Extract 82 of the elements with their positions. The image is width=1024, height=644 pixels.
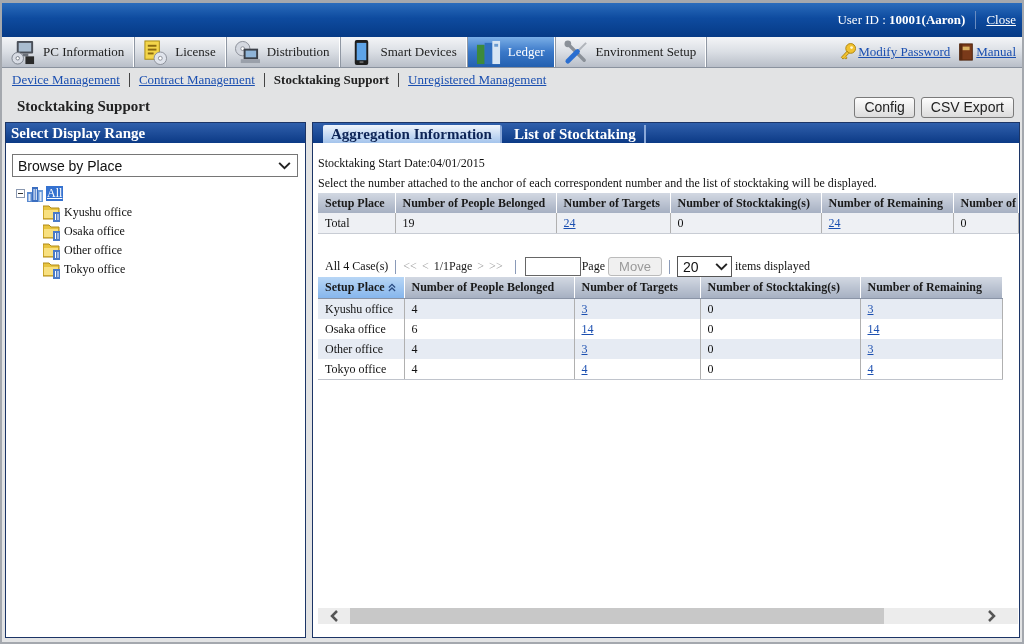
books-icon: [475, 39, 501, 65]
table-cell: Other office: [318, 339, 404, 359]
page-label: Page: [581, 259, 605, 274]
table-cell: Kyushu office: [318, 298, 404, 319]
column-header: Number of Stocktaking(s): [670, 193, 821, 213]
main-tab[interactable]: PC Information: [3, 37, 136, 67]
column-header: Number of: [953, 193, 1018, 213]
folder-building-icon: [43, 260, 61, 279]
panel-tab[interactable]: List of Stocktaking: [505, 125, 646, 143]
computer-icon: [11, 39, 36, 65]
column-header[interactable]: Number of Stocktaking(s): [700, 277, 860, 299]
config-button[interactable]: Config: [854, 96, 915, 118]
count-link[interactable]: 14: [581, 321, 594, 336]
subnav-link[interactable]: Device Management: [12, 72, 120, 88]
folder-building-icon: [43, 222, 61, 241]
per-page-label: items displayed: [735, 259, 810, 274]
table-cell: 19: [395, 213, 556, 234]
table-cell: Total: [318, 213, 395, 234]
csv-export-button[interactable]: CSV Export: [920, 96, 1014, 118]
count-link[interactable]: 24: [563, 215, 576, 230]
count-link[interactable]: 24: [828, 215, 841, 230]
sort-icon: [387, 283, 396, 292]
key-icon: [840, 43, 857, 61]
panel-title: Select Display Range: [6, 123, 305, 143]
page-title: Stocktaking Support: [17, 97, 150, 115]
folder-building-icon: [43, 241, 61, 260]
tree-item[interactable]: All: [46, 186, 64, 201]
table-cell: 0: [700, 359, 860, 380]
table-cell: 0: [953, 213, 1018, 234]
subnav-link[interactable]: Stocktaking Support: [273, 72, 390, 88]
column-header[interactable]: Number of People Belonged: [404, 277, 574, 299]
folder-building-icon: [43, 203, 61, 222]
column-header[interactable]: Number of Targets: [574, 277, 700, 299]
table-cell: Tokyo office: [318, 359, 404, 380]
column-header: Number of Targets: [556, 193, 670, 213]
table-cell: 4: [404, 339, 574, 359]
count-link[interactable]: 3: [867, 341, 874, 356]
table-cell: 4: [404, 359, 574, 380]
count-link[interactable]: 3: [581, 341, 588, 356]
column-header: Number of Remaining: [821, 193, 953, 213]
main-tab[interactable]: Environment Setup: [555, 37, 708, 67]
subnav-link[interactable]: Contract Management: [138, 72, 255, 88]
panel-tab[interactable]: Aggregation Information: [323, 125, 502, 143]
scroll-right-icon[interactable]: [988, 610, 996, 622]
count-link[interactable]: 3: [867, 301, 874, 316]
tree-item[interactable]: Other office: [63, 243, 124, 258]
count-link[interactable]: 14: [867, 321, 880, 336]
chevron-down-icon: [278, 161, 291, 170]
tree-item[interactable]: Osaka office: [63, 224, 126, 239]
table-cell: 0: [670, 213, 821, 234]
column-header: Setup Place: [318, 193, 395, 213]
per-page-dropdown[interactable]: 20: [677, 256, 732, 277]
case-count: All 4 Case(s): [325, 259, 389, 274]
count-link[interactable]: 4: [581, 361, 588, 376]
main-tab[interactable]: Ledger: [467, 37, 556, 67]
column-header[interactable]: Setup Place: [318, 277, 404, 299]
manual-link[interactable]: Manual: [976, 44, 1016, 60]
main-tab[interactable]: Smart Devices: [340, 37, 468, 67]
tree-toggle-icon[interactable]: [16, 189, 25, 198]
tree-item[interactable]: Kyushu office: [63, 205, 134, 220]
book-icon: [958, 43, 975, 61]
close-link[interactable]: Close: [986, 12, 1016, 28]
column-header: Number of People Belonged: [395, 193, 556, 213]
modify-password-link[interactable]: Modify Password: [858, 44, 951, 60]
count-link[interactable]: 4: [867, 361, 874, 376]
start-date-text: Stocktaking Start Date:04/01/2015: [318, 155, 486, 172]
user-id-text: User ID : 10001(Aaron): [837, 12, 966, 28]
main-tab[interactable]: License: [135, 37, 227, 67]
page-info: 1/1Page: [433, 259, 473, 274]
table-cell: 0: [700, 339, 860, 359]
tree-item[interactable]: Tokyo office: [63, 262, 127, 277]
building-icon: [26, 184, 44, 203]
main-tab[interactable]: Distribution: [226, 37, 341, 67]
place-dropdown[interactable]: Browse by Place: [12, 154, 298, 177]
instruction-text: Select the number attached to the anchor of each correspondent number and the list of stocktaking will be displayed.: [318, 175, 878, 192]
count-link[interactable]: 3: [581, 301, 588, 316]
scroll-left-icon[interactable]: [330, 610, 338, 622]
column-header[interactable]: Number of Remaining: [860, 277, 1002, 299]
scrollbar-thumb[interactable]: [350, 608, 884, 624]
page-input[interactable]: [524, 257, 581, 276]
chevron-down-icon: [715, 262, 728, 271]
subnav-link[interactable]: Unregistered Management: [408, 72, 547, 88]
